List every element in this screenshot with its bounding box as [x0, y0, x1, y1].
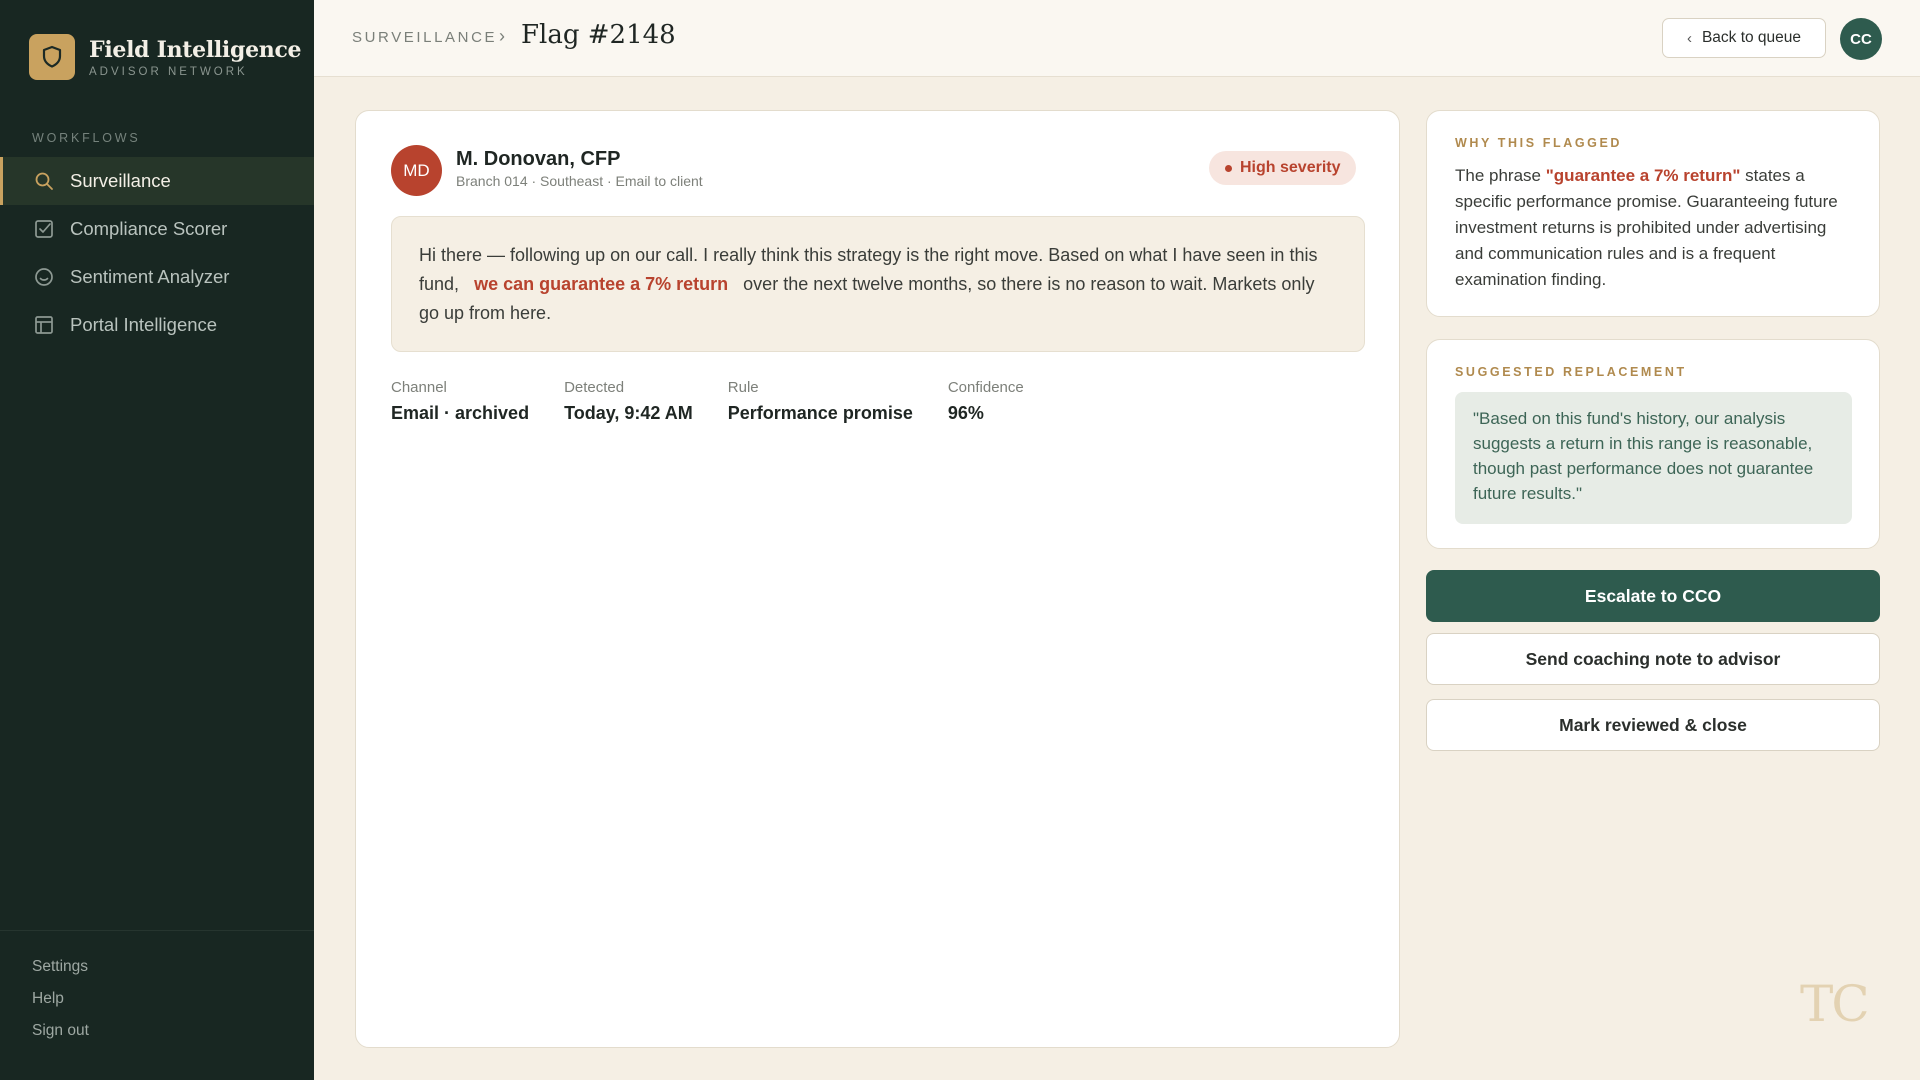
sidebar-item-label: Surveillance: [70, 170, 171, 191]
severity-label: High severity: [1240, 159, 1341, 176]
sidebar-divider: [0, 930, 314, 931]
why-text-before: The phrase: [1455, 166, 1541, 185]
breadcrumb[interactable]: SURVEILLANCE: [352, 29, 497, 46]
chevron-left-icon: ‹: [1686, 29, 1692, 47]
advisor-meta: Branch 014 · Southeast · Email to client: [456, 173, 703, 189]
message-highlight: we can guarantee a 7% return: [474, 274, 729, 294]
sidebar-footer: Settings Help Sign out: [32, 957, 89, 1053]
sidebar-nav: Surveillance Compliance Scorer Sentiment…: [0, 157, 314, 349]
why-flagged-card: WHY THIS FLAGGED The phrase "guarantee a…: [1426, 110, 1880, 317]
meta-confidence: Confidence 96%: [948, 379, 1024, 424]
sign-out-link[interactable]: Sign out: [32, 1021, 89, 1053]
sidebar-item-portal-intelligence[interactable]: Portal Intelligence: [0, 301, 314, 349]
meta-value: Email · archived: [391, 403, 530, 423]
advisor-avatar: MD: [391, 145, 442, 196]
meta-label: Channel: [391, 379, 447, 396]
meta-value: 96%: [947, 403, 984, 423]
why-flagged-text: The phrase "guarantee a 7% return" state…: [1455, 163, 1855, 293]
page-title: Flag #2148: [521, 20, 676, 50]
nav-section-label: WORKFLOWS: [32, 131, 141, 145]
help-link[interactable]: Help: [32, 989, 89, 1021]
search-icon: [35, 172, 53, 190]
meta-value: Today, 9:42 AM: [564, 403, 693, 423]
back-to-queue-label: Back to queue: [1701, 29, 1802, 46]
brand[interactable]: Field Intelligence ADVISOR NETWORK: [29, 34, 302, 80]
sidebar: Field Intelligence ADVISOR NETWORK WORKF…: [0, 0, 314, 1080]
suggested-replacement-text[interactable]: "Based on this fund's history, our analy…: [1455, 392, 1852, 524]
sidebar-item-surveillance[interactable]: Surveillance: [0, 157, 314, 205]
user-avatar[interactable]: CC: [1840, 18, 1882, 60]
flagged-message: Hi there — following up on our call. I r…: [391, 216, 1365, 352]
mark-reviewed-button[interactable]: Mark reviewed & close: [1426, 699, 1880, 751]
check-square-icon: [35, 220, 53, 238]
meta-detected: Detected Today, 9:42 AM: [564, 379, 693, 424]
advisor-name: M. Donovan, CFP: [456, 148, 621, 170]
sidebar-item-label: Compliance Scorer: [70, 218, 228, 239]
coaching-note-button[interactable]: Send coaching note to advisor: [1426, 633, 1880, 685]
severity-dot-icon: [1225, 164, 1232, 172]
sidebar-item-sentiment-analyzer[interactable]: Sentiment Analyzer: [0, 253, 314, 301]
meta-label: Rule: [727, 379, 759, 396]
meta-value: Performance promise: [727, 403, 913, 423]
sidebar-item-label: Portal Intelligence: [70, 314, 218, 335]
smile-icon: [35, 268, 53, 286]
severity-badge: High severity: [1209, 151, 1357, 185]
suggested-replacement-card: SUGGESTED REPLACEMENT "Based on this fun…: [1426, 339, 1880, 549]
meta-channel: Channel Email · archived: [391, 379, 529, 424]
flag-detail-card: MD M. Donovan, CFP Branch 014 · Southeas…: [355, 110, 1400, 1048]
brand-title: Field Intelligence: [89, 36, 302, 63]
escalate-button[interactable]: Escalate to CCO: [1426, 570, 1880, 622]
back-to-queue-button[interactable]: ‹ Back to queue: [1662, 18, 1826, 58]
tc-watermark-logo: TC: [1800, 975, 1870, 1033]
why-flagged-label: WHY THIS FLAGGED: [1455, 136, 1623, 150]
sidebar-item-compliance-scorer[interactable]: Compliance Scorer: [0, 205, 314, 253]
meta-label: Confidence: [947, 379, 1024, 396]
sidebar-item-label: Sentiment Analyzer: [70, 266, 230, 287]
meta-label: Detected: [564, 379, 625, 396]
meta-rule: Rule Performance promise: [728, 379, 913, 424]
suggested-replacement-label: SUGGESTED REPLACEMENT: [1455, 365, 1687, 379]
brand-subtitle: ADVISOR NETWORK: [89, 65, 248, 78]
breadcrumb-separator-icon: ›: [499, 26, 505, 46]
top-header: SURVEILLANCE › Flag #2148 ‹ Back to queu…: [314, 0, 1920, 77]
flag-meta-row: Channel Email · archived Detected Today,…: [391, 379, 1059, 424]
shield-icon: [29, 34, 75, 80]
why-phrase: "guarantee a 7% return": [1545, 166, 1741, 185]
settings-link[interactable]: Settings: [32, 957, 89, 989]
layout-icon: [35, 316, 53, 334]
